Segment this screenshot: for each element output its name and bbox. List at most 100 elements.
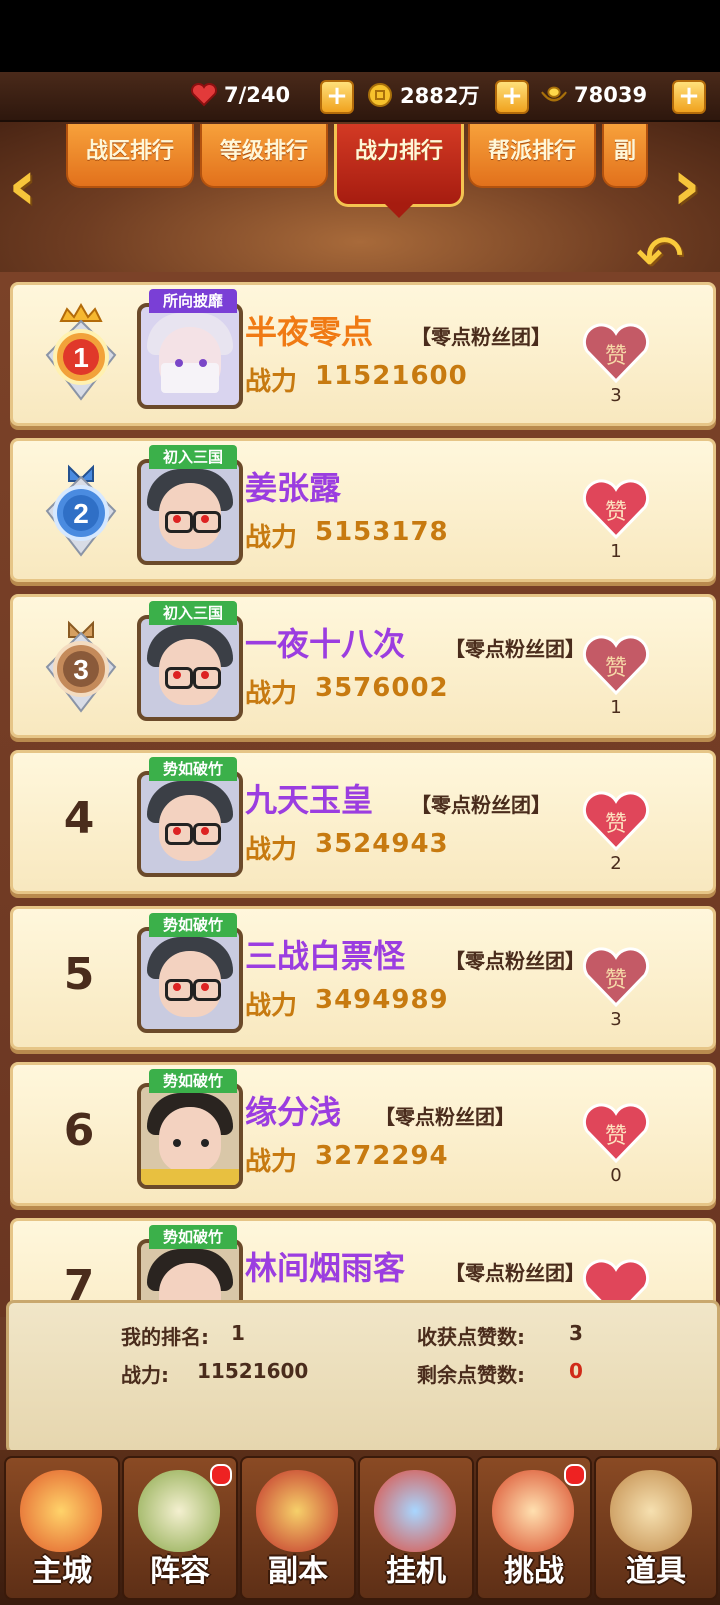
- svg-text:1: 1: [73, 342, 89, 373]
- nav-label: 道具: [626, 1554, 686, 1589]
- svg-text:赞: 赞: [605, 968, 627, 993]
- player-name: 缘分浅: [245, 1093, 342, 1131]
- player-name: 九天玉皇: [245, 781, 374, 819]
- add-coins-button[interactable]: +: [495, 80, 529, 114]
- scroll-map-icon: [256, 1470, 338, 1552]
- like-count: 3: [610, 1009, 622, 1030]
- guild-name: 【零点粉丝团】: [445, 637, 585, 661]
- like-count: 2: [610, 853, 622, 874]
- ranking-row-4[interactable]: 4 势如破竹 九天玉皇 【零点粉丝团】 战力 3524943 赞 2: [10, 750, 716, 894]
- my-power-value: 11521600: [197, 1359, 309, 1383]
- player-name: 一夜十八次: [245, 625, 406, 663]
- guild-name: 【零点粉丝团】: [445, 949, 585, 973]
- tab-region-ranking[interactable]: 战区排行: [66, 124, 194, 188]
- ranking-row-5[interactable]: 5 势如破竹 三战白票怪 【零点粉丝团】 战力 3494989 赞 3: [10, 906, 716, 1050]
- avatar[interactable]: [137, 615, 243, 721]
- rank-number: 6: [63, 1105, 95, 1156]
- like-count: 0: [610, 1165, 622, 1186]
- tab-guild-ranking[interactable]: 帮派排行: [468, 124, 596, 188]
- ranking-row-1[interactable]: 1 所向披靡 半夜零点 【零点粉丝团】 战力 11521600 赞 3: [10, 282, 716, 426]
- player-title-badge: 势如破竹: [149, 757, 237, 781]
- tab-dungeon-ranking[interactable]: 副: [602, 124, 648, 188]
- tab-scroll-right-arrow-icon[interactable]: ›: [672, 150, 716, 220]
- system-status-bar: [0, 0, 720, 72]
- guild-name: 【零点粉丝团】: [411, 325, 551, 349]
- power-value: 11521600: [315, 361, 468, 391]
- ranking-row-3[interactable]: 3 初入三国 一夜十八次 【零点粉丝团】 战力 3576002 赞 1: [10, 594, 716, 738]
- nav-dungeon[interactable]: 副本: [240, 1456, 356, 1600]
- nav-challenge[interactable]: 挑战: [476, 1456, 592, 1600]
- my-ranking-summary: 我的排名: 1 战力: 11521600 收获点赞数: 3 剩余点赞数: 0: [6, 1300, 720, 1454]
- avatar[interactable]: [137, 927, 243, 1033]
- nav-main-city[interactable]: 主城: [4, 1456, 120, 1600]
- stamina-value: 7/240: [224, 83, 291, 107]
- guild-name: 【零点粉丝团】: [375, 1105, 515, 1129]
- resource-bar: 7/240 + 2882万 + 78039 +: [0, 72, 720, 122]
- ingot-value: 78039: [574, 83, 648, 107]
- tab-power-ranking[interactable]: 战力排行: [334, 124, 464, 218]
- like-count: 3: [610, 385, 622, 406]
- tab-scroll-left-arrow-icon[interactable]: ‹: [8, 150, 52, 220]
- nav-label: 副本: [268, 1554, 328, 1589]
- gold-medal-icon: 1: [41, 303, 121, 403]
- heart-stamina-icon: [190, 81, 218, 109]
- nav-label: 挂机: [386, 1554, 446, 1589]
- guild-name: 【零点粉丝团】: [411, 793, 551, 817]
- stamina-counter: 7/240: [190, 78, 290, 112]
- like-heart-icon[interactable]: 赞: [581, 1103, 651, 1165]
- gold-ingot-icon: [540, 81, 568, 109]
- bronze-medal-icon: 3: [41, 615, 121, 715]
- like-heart-icon[interactable]: 赞: [581, 947, 651, 1009]
- coin-counter: 2882万: [366, 78, 479, 112]
- player-title-badge: 势如破竹: [149, 1069, 237, 1093]
- like-heart-icon[interactable]: 赞: [581, 635, 651, 697]
- ranking-row-6[interactable]: 6 势如破竹 缘分浅 【零点粉丝团】 战力 3272294 赞 0: [10, 1062, 716, 1206]
- add-ingots-button[interactable]: +: [672, 80, 706, 114]
- ranking-row-2[interactable]: 2 初入三国 姜张露 战力 5153178 赞 1: [10, 438, 716, 582]
- nav-label: 挑战: [504, 1554, 564, 1589]
- svg-text:赞: 赞: [605, 344, 627, 369]
- silver-medal-icon: 2: [41, 459, 121, 559]
- avatar[interactable]: [137, 1083, 243, 1189]
- like-heart-icon[interactable]: 赞: [581, 791, 651, 853]
- rank-number: 4: [63, 793, 95, 844]
- coin-icon: [366, 81, 394, 109]
- power-label: 战力: [245, 367, 298, 397]
- like-heart-icon[interactable]: 赞: [581, 479, 651, 541]
- power-value: 3576002: [315, 673, 449, 703]
- avatar[interactable]: [137, 771, 243, 877]
- like-heart-icon[interactable]: 赞: [581, 323, 651, 385]
- player-name: 姜张露: [245, 469, 342, 507]
- tab-level-ranking[interactable]: 等级排行: [200, 124, 328, 188]
- avatar[interactable]: [137, 303, 243, 409]
- nav-lineup[interactable]: 阵容: [122, 1456, 238, 1600]
- likes-left-label: 剩余点赞数:: [417, 1363, 525, 1387]
- add-stamina-button[interactable]: +: [320, 80, 354, 114]
- ranking-list[interactable]: 1 所向披靡 半夜零点 【零点粉丝团】 战力 11521600 赞 3 2 初入…: [0, 272, 720, 1317]
- my-rank-value: 1: [231, 1321, 245, 1345]
- like-count: 1: [610, 541, 622, 562]
- coin-value: 2882万: [400, 84, 480, 108]
- power-label: 战力: [245, 835, 298, 865]
- wu-shield-icon: [138, 1470, 220, 1552]
- ingot-counter: 78039: [540, 78, 647, 112]
- player-name: 三战白票怪: [245, 937, 406, 975]
- avatar[interactable]: [137, 459, 243, 565]
- notification-dot-icon: [564, 1464, 586, 1486]
- like-count: 1: [610, 697, 622, 718]
- back-arrow-icon[interactable]: ↶: [624, 226, 696, 286]
- player-title-badge: 初入三国: [149, 601, 237, 625]
- nav-items[interactable]: 道具: [594, 1456, 718, 1600]
- power-value: 3524943: [315, 829, 449, 859]
- player-title-badge: 初入三国: [149, 445, 237, 469]
- player-name: 半夜零点: [245, 313, 374, 351]
- power-label: 战力: [245, 523, 298, 553]
- palace-icon: [20, 1470, 102, 1552]
- power-value: 3272294: [315, 1141, 449, 1171]
- notification-dot-icon: [210, 1464, 232, 1486]
- svg-text:2: 2: [73, 498, 89, 529]
- nav-label: 主城: [32, 1554, 92, 1589]
- nav-idle[interactable]: 挂机: [358, 1456, 474, 1600]
- likes-left-value: 0: [569, 1359, 583, 1383]
- player-title-badge: 所向披靡: [149, 289, 237, 313]
